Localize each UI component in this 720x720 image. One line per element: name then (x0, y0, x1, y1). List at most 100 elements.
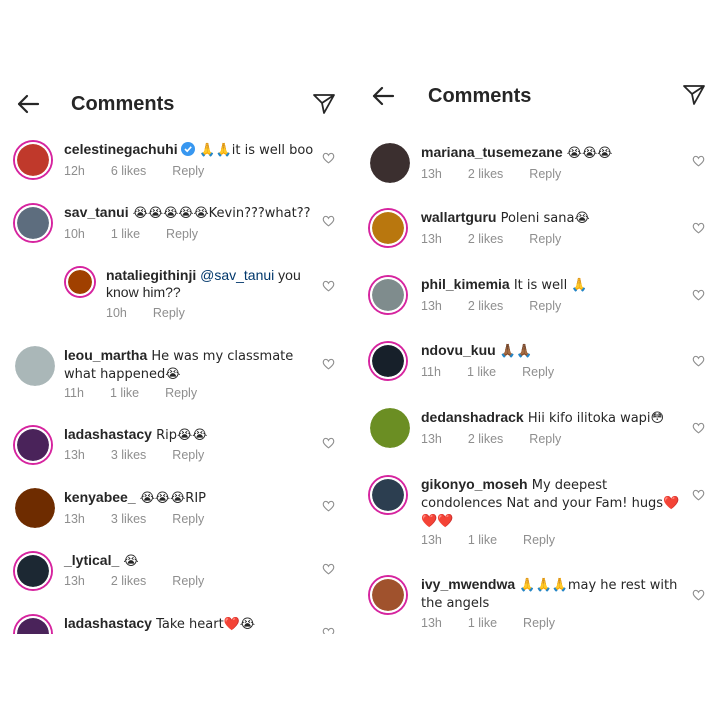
comment-likes[interactable]: 1 like (468, 533, 497, 547)
reply-button[interactable]: Reply (523, 616, 555, 630)
comment-username[interactable]: ndovu_kuu (421, 342, 496, 358)
heart-icon[interactable] (692, 155, 705, 167)
reply-button[interactable]: Reply (529, 432, 561, 446)
comment-username[interactable]: ladashastacy (64, 426, 152, 442)
comment-meta: 13h 2 likes Reply (421, 167, 587, 181)
avatar[interactable] (15, 142, 51, 178)
reply-button[interactable]: Reply (529, 299, 561, 313)
comment-likes[interactable]: 1 like (468, 616, 497, 630)
comment-text: 😭😭😭RIP (135, 491, 207, 506)
comment-username[interactable]: ladashastacy (64, 615, 152, 631)
avatar-image (370, 143, 410, 183)
comment-time: 13h (421, 616, 442, 630)
comment-username[interactable]: ivy_mwendwa (421, 576, 515, 592)
reply-button[interactable]: Reply (153, 306, 185, 320)
avatar[interactable] (15, 488, 55, 528)
comment-text: 🙏🙏it is well boo (199, 143, 314, 158)
comment-meta: 12h 6 likes Reply (64, 164, 230, 178)
avatar[interactable] (370, 577, 406, 613)
comment-time: 13h (421, 432, 442, 446)
heart-icon[interactable] (322, 215, 335, 227)
heart-icon[interactable] (322, 500, 335, 512)
reply-button[interactable]: Reply (172, 448, 204, 462)
comment-likes[interactable]: 2 likes (468, 232, 503, 246)
reply-button[interactable]: Reply (522, 365, 554, 379)
heart-icon[interactable] (322, 627, 335, 634)
comment-likes[interactable]: 2 likes (468, 299, 503, 313)
reply-button[interactable]: Reply (529, 232, 561, 246)
comment-likes[interactable]: 1 like (467, 365, 496, 379)
comment-username[interactable]: celestinegachuhi (64, 141, 178, 157)
comment-username[interactable]: kenyabee_ (64, 489, 136, 505)
comment-time: 13h (421, 232, 442, 246)
heart-icon[interactable] (692, 222, 705, 234)
avatar[interactable] (15, 346, 55, 386)
avatar[interactable] (15, 616, 51, 634)
comment-username[interactable]: nataliegithinji (106, 267, 196, 283)
avatar-image (370, 408, 410, 448)
comment-likes[interactable]: 1 like (111, 227, 140, 241)
reply-button[interactable]: Reply (529, 167, 561, 181)
back-arrow-icon[interactable] (369, 82, 397, 110)
avatar[interactable] (370, 477, 406, 513)
comment-likes[interactable]: 3 likes (111, 448, 146, 462)
avatar-image (372, 279, 404, 311)
comment-username[interactable]: dedanshadrack (421, 409, 524, 425)
comment-likes[interactable]: 2 likes (111, 574, 146, 588)
comment-username[interactable]: sav_tanui (64, 204, 129, 220)
avatar[interactable] (15, 553, 51, 589)
reply-button[interactable]: Reply (165, 386, 197, 400)
comment-likes[interactable]: 3 likes (111, 512, 146, 526)
avatar[interactable] (370, 143, 410, 183)
heart-icon[interactable] (322, 358, 335, 370)
comment-text: Rip😭😭 (151, 428, 208, 443)
avatar-image (372, 479, 404, 511)
comment-time: 10h (106, 306, 127, 320)
comment-meta: 13h 2 likes Reply (421, 232, 587, 246)
reply-button[interactable]: Reply (166, 227, 198, 241)
comment-username[interactable]: _lytical_ (64, 552, 119, 568)
comment-text: Poleni sana😭 (496, 211, 590, 226)
heart-icon[interactable] (692, 289, 705, 301)
mention-link[interactable]: @sav_tanui (200, 267, 274, 283)
comment-username[interactable]: leou_martha (64, 347, 147, 363)
comment-username[interactable]: mariana_tusemezane (421, 144, 563, 160)
reply-button[interactable]: Reply (523, 533, 555, 547)
back-arrow-icon[interactable] (14, 90, 42, 118)
reply-button[interactable]: Reply (172, 512, 204, 526)
avatar[interactable] (370, 277, 406, 313)
heart-icon[interactable] (692, 355, 705, 367)
comment-likes[interactable]: 2 likes (468, 432, 503, 446)
comment-username[interactable]: wallartguru (421, 209, 496, 225)
reply-button[interactable]: Reply (172, 574, 204, 588)
comment-time: 13h (421, 167, 442, 181)
heart-icon[interactable] (692, 589, 705, 601)
heart-icon[interactable] (322, 563, 335, 575)
comment-meta: 13h 1 like Reply (421, 533, 581, 547)
comment-username[interactable]: phil_kimemia (421, 276, 510, 292)
comment-text: Hii kifo ilitoka wapi😳 (523, 411, 665, 426)
avatar[interactable] (15, 427, 51, 463)
heart-icon[interactable] (322, 152, 335, 164)
comment-username[interactable]: gikonyo_moseh (421, 476, 528, 492)
avatar[interactable] (370, 210, 406, 246)
direct-send-icon[interactable] (312, 92, 336, 116)
comment-time: 11h (421, 365, 441, 379)
heart-icon[interactable] (322, 280, 335, 292)
comment-likes[interactable]: 2 likes (468, 167, 503, 181)
comment-likes[interactable]: 6 likes (111, 164, 146, 178)
avatar[interactable] (370, 343, 406, 379)
heart-icon[interactable] (322, 437, 335, 449)
comment-text: 😭😭😭😭😭Kevin???what?? (128, 206, 311, 221)
comment-likes[interactable]: 1 like (110, 386, 139, 400)
comment-meta: 11h 1 like Reply (64, 386, 223, 400)
avatar[interactable] (15, 205, 51, 241)
direct-send-icon[interactable] (682, 83, 706, 107)
reply-button[interactable]: Reply (172, 164, 204, 178)
avatar[interactable] (370, 408, 410, 448)
heart-icon[interactable] (692, 422, 705, 434)
comment-text: It is well 🙏 (509, 278, 588, 293)
comment-text: 😭😭😭 (562, 146, 613, 161)
avatar[interactable] (66, 268, 94, 296)
heart-icon[interactable] (692, 489, 705, 501)
